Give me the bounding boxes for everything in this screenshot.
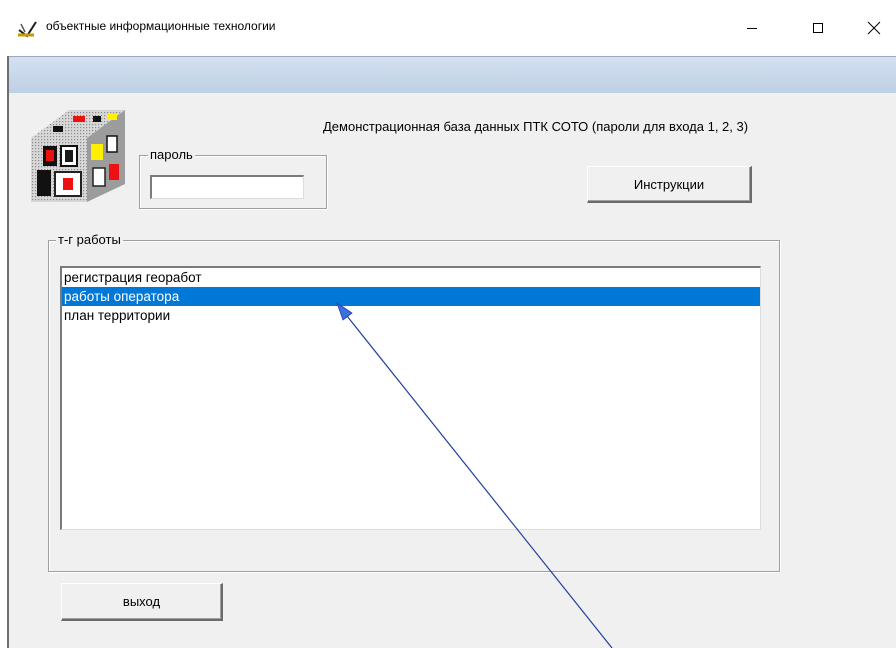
work-group: т-г работы регистрация георабот работы о… [48, 232, 780, 572]
minimize-button[interactable] [736, 14, 768, 42]
maximize-button[interactable] [802, 14, 834, 42]
list-item[interactable]: регистрация георабот [62, 268, 760, 287]
logo-icon [31, 110, 125, 202]
app-icon [18, 21, 37, 38]
menu-bar [9, 56, 896, 93]
window-title: объектные информационные технологии [46, 19, 276, 33]
dialog-client-area: пароль Демонстрационная база данных ПТК … [9, 93, 896, 648]
work-list[interactable]: регистрация георабот работы оператора пл… [60, 266, 761, 530]
description-text: Демонстрационная база данных ПТК СОТО (п… [323, 119, 749, 134]
list-item[interactable]: план территории [62, 306, 760, 325]
work-group-label: т-г работы [56, 232, 123, 248]
close-button[interactable] [858, 14, 890, 42]
minimize-icon [747, 28, 757, 29]
password-group: пароль [139, 147, 327, 209]
close-icon [867, 21, 881, 35]
exit-button[interactable]: выход [61, 583, 223, 621]
instructions-button[interactable]: Инструкции [587, 166, 752, 203]
title-bar[interactable]: объектные информационные технологии [0, 0, 896, 56]
maximize-icon [813, 23, 823, 33]
list-item-selected[interactable]: работы оператора [62, 287, 760, 306]
password-label: пароль [148, 147, 195, 163]
password-input[interactable] [150, 175, 304, 199]
